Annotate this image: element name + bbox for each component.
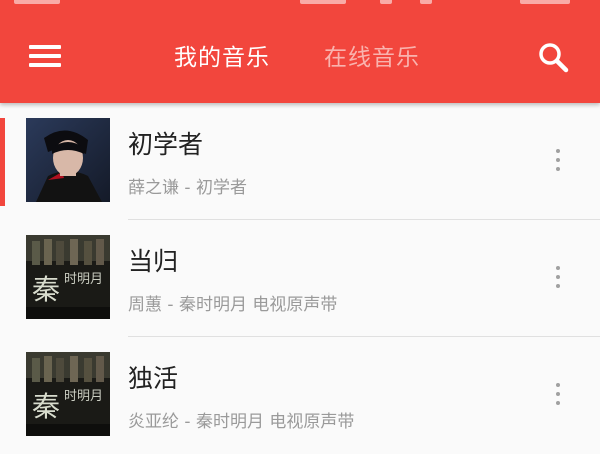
more-options-icon[interactable] xyxy=(540,377,576,413)
song-artist-album: 炎亚纶 - 秦时明月 电视原声带 xyxy=(128,412,355,432)
now-playing-indicator xyxy=(0,118,5,206)
menu-icon[interactable] xyxy=(26,40,66,72)
song-row[interactable]: 秦 时明月 独活 炎亚纶 - 秦时明月 电视原声带 xyxy=(0,337,600,454)
portrait-cover xyxy=(26,118,110,202)
app-bar: 我的音乐 在线音乐 xyxy=(0,0,600,103)
more-options-icon[interactable] xyxy=(540,143,576,179)
svg-text:秦: 秦 xyxy=(32,390,60,423)
song-row[interactable]: 初学者 薛之谦 - 初学者 xyxy=(0,103,600,220)
search-icon[interactable] xyxy=(532,36,576,80)
more-options-icon[interactable] xyxy=(540,260,576,296)
qin-shi-ming-yue-cover: 秦 时明月 xyxy=(26,352,110,436)
song-artist-album: 薛之谦 - 初学者 xyxy=(128,178,247,198)
tab-my-music[interactable]: 我的音乐 xyxy=(174,38,270,78)
qin-shi-ming-yue-cover: 秦 时明月 xyxy=(26,235,110,319)
svg-text:时明月: 时明月 xyxy=(64,272,103,287)
song-title: 当归 xyxy=(128,247,179,276)
svg-text:时明月: 时明月 xyxy=(64,389,103,404)
song-row[interactable]: 秦 时明月 当归 周蕙 - 秦时明月 电视原声带 xyxy=(0,220,600,337)
svg-text:秦: 秦 xyxy=(32,273,60,306)
status-bar xyxy=(0,0,600,10)
song-title: 独活 xyxy=(128,364,179,393)
tab-online-music[interactable]: 在线音乐 xyxy=(324,38,420,78)
song-artist-album: 周蕙 - 秦时明月 电视原声带 xyxy=(128,295,338,315)
song-title: 初学者 xyxy=(128,130,204,159)
